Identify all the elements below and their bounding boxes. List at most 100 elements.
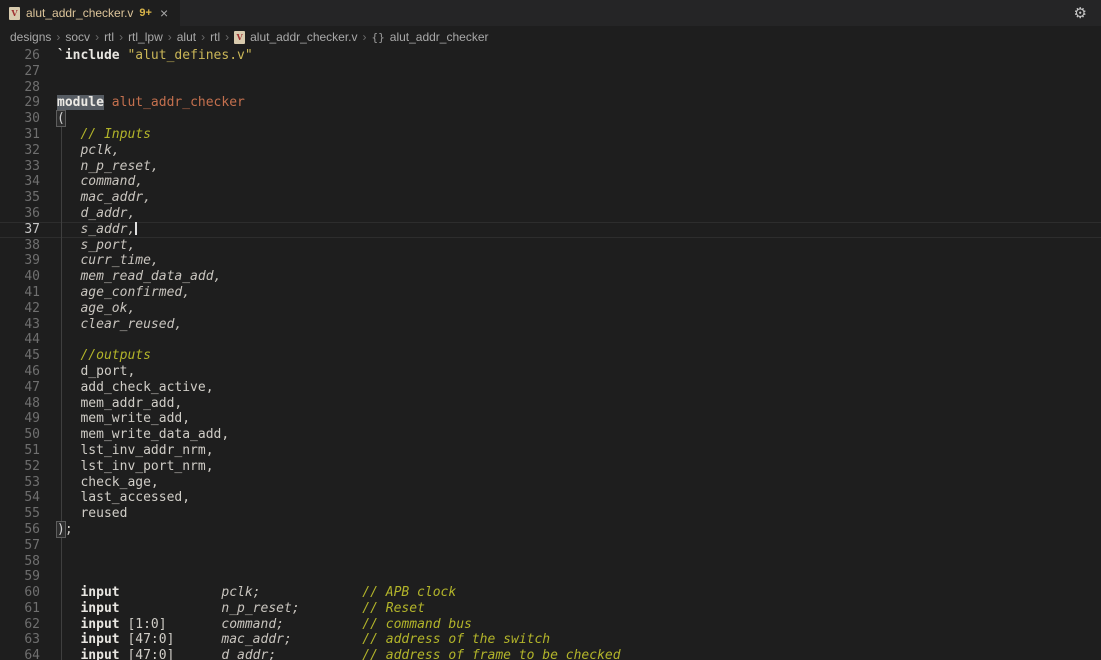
line-number: 27 [0, 64, 40, 80]
breadcrumb-separator-icon: › [225, 30, 229, 44]
code-text [57, 554, 1101, 570]
code-line-48[interactable]: 48 mem_addr_add, [0, 396, 1101, 412]
line-number: 48 [0, 396, 40, 412]
code-text: n_p_reset, [57, 159, 1101, 175]
breadcrumb-symbol[interactable]: alut_addr_checker [390, 30, 489, 44]
line-number: 34 [0, 174, 40, 190]
code-line-40[interactable]: 40 mem_read_data_add, [0, 269, 1101, 285]
line-number: 26 [0, 48, 40, 64]
code-line-57[interactable]: 57 [0, 538, 1101, 554]
code-text: input n_p_reset; // Reset [57, 601, 1101, 617]
breadcrumb-separator-icon: › [201, 30, 205, 44]
code-line-44[interactable]: 44 [0, 332, 1101, 348]
line-number: 36 [0, 206, 40, 222]
code-line-35[interactable]: 35 mac_addr, [0, 190, 1101, 206]
code-text [57, 64, 1101, 80]
code-line-53[interactable]: 53 check_age, [0, 475, 1101, 491]
code-text: input [1:0] command; // command bus [57, 617, 1101, 633]
breadcrumb-item-designs[interactable]: designs [10, 30, 51, 44]
code-line-36[interactable]: 36 d_addr, [0, 206, 1101, 222]
code-text: command, [57, 174, 1101, 190]
close-tab-icon[interactable]: × [158, 6, 170, 20]
line-number: 38 [0, 238, 40, 254]
code-line-52[interactable]: 52 lst_inv_port_nrm, [0, 459, 1101, 475]
code-text: mem_write_add, [57, 411, 1101, 427]
breadcrumb: designs›socv›rtl›rtl_lpw›alut›rtl›Valut_… [0, 26, 1101, 48]
code-line-26[interactable]: 26 `include "alut_defines.v" [0, 48, 1101, 64]
code-line-31[interactable]: 31 // Inputs [0, 127, 1101, 143]
line-number: 60 [0, 585, 40, 601]
code-line-60[interactable]: 60 input pclk; // APB clock [0, 585, 1101, 601]
code-line-41[interactable]: 41 age_confirmed, [0, 285, 1101, 301]
code-line-28[interactable]: 28 [0, 80, 1101, 96]
tab-alut-addr-checker[interactable]: V alut_addr_checker.v 9+ × [0, 0, 180, 26]
code-line-27[interactable]: 27 [0, 64, 1101, 80]
code-line-32[interactable]: 32 pclk, [0, 143, 1101, 159]
breadcrumb-item-rtl[interactable]: rtl [104, 30, 114, 44]
line-number: 28 [0, 80, 40, 96]
code-line-47[interactable]: 47 add_check_active, [0, 380, 1101, 396]
code-line-59[interactable]: 59 [0, 569, 1101, 585]
code-line-61[interactable]: 61 input n_p_reset; // Reset [0, 601, 1101, 617]
code-text: // Inputs [57, 127, 1101, 143]
code-line-50[interactable]: 50 mem_write_data_add, [0, 427, 1101, 443]
line-number: 32 [0, 143, 40, 159]
code-line-37[interactable]: 37 s_addr, [0, 222, 1101, 238]
line-number: 49 [0, 411, 40, 427]
code-line-49[interactable]: 49 mem_write_add, [0, 411, 1101, 427]
code-text: check_age, [57, 475, 1101, 491]
tab-bar: V alut_addr_checker.v 9+ × ⚙ [0, 0, 1101, 26]
text-cursor [135, 222, 137, 235]
code-line-62[interactable]: 62 input [1:0] command; // command bus [0, 617, 1101, 633]
code-text [57, 538, 1101, 554]
code-text: `include "alut_defines.v" [57, 48, 1101, 64]
code-text [57, 332, 1101, 348]
code-line-46[interactable]: 46 d_port, [0, 364, 1101, 380]
code-line-39[interactable]: 39 curr_time, [0, 253, 1101, 269]
breadcrumb-item-alut[interactable]: alut [177, 30, 196, 44]
line-number: 59 [0, 569, 40, 585]
line-number: 37 [0, 222, 40, 238]
editor[interactable]: 26 `include "alut_defines.v" 272829 module … [0, 48, 1101, 660]
line-number: 55 [0, 506, 40, 522]
code-line-58[interactable]: 58 [0, 554, 1101, 570]
code-text: module alut_addr_checker [57, 95, 1101, 111]
breadcrumb-item-rtl[interactable]: rtl [210, 30, 220, 44]
code-text: //outputs [57, 348, 1101, 364]
code-text: ); [57, 522, 1101, 538]
code-text: last_accessed, [57, 490, 1101, 506]
breadcrumb-file[interactable]: alut_addr_checker.v [250, 30, 357, 44]
code-text: input [47:0] mac_addr; // address of the… [57, 632, 1101, 648]
code-line-33[interactable]: 33 n_p_reset, [0, 159, 1101, 175]
code-line-45[interactable]: 45 //outputs [0, 348, 1101, 364]
code-text: lst_inv_addr_nrm, [57, 443, 1101, 459]
code-line-56[interactable]: 56); [0, 522, 1101, 538]
verilog-file-icon: V [234, 31, 245, 44]
code-text: input [47:0] d_addr; // address of frame… [57, 648, 1101, 660]
breadcrumb-item-socv[interactable]: socv [65, 30, 90, 44]
code-line-55[interactable]: 55 reused [0, 506, 1101, 522]
code-text: pclk, [57, 143, 1101, 159]
code-text: add_check_active, [57, 380, 1101, 396]
code-line-42[interactable]: 42 age_ok, [0, 301, 1101, 317]
code-line-63[interactable]: 63 input [47:0] mac_addr; // address of … [0, 632, 1101, 648]
code-text: mac_addr, [57, 190, 1101, 206]
breadcrumb-item-rtl_lpw[interactable]: rtl_lpw [128, 30, 163, 44]
tab-filename: alut_addr_checker.v [26, 6, 133, 20]
code-line-30[interactable]: 30( [0, 111, 1101, 127]
code-line-38[interactable]: 38 s_port, [0, 238, 1101, 254]
code-line-29[interactable]: 29 module alut_addr_checker [0, 95, 1101, 111]
line-number: 29 [0, 95, 40, 111]
code-line-54[interactable]: 54 last_accessed, [0, 490, 1101, 506]
code-text: mem_read_data_add, [57, 269, 1101, 285]
gear-icon[interactable]: ⚙ [1060, 0, 1101, 26]
code-line-34[interactable]: 34 command, [0, 174, 1101, 190]
code-line-51[interactable]: 51 lst_inv_addr_nrm, [0, 443, 1101, 459]
code-line-64[interactable]: 64 input [47:0] d_addr; // address of fr… [0, 648, 1101, 660]
code-text: curr_time, [57, 253, 1101, 269]
line-number: 54 [0, 490, 40, 506]
breadcrumb-separator-icon: › [168, 30, 172, 44]
code-text: lst_inv_port_nrm, [57, 459, 1101, 475]
code-line-43[interactable]: 43 clear_reused, [0, 317, 1101, 333]
line-number: 35 [0, 190, 40, 206]
